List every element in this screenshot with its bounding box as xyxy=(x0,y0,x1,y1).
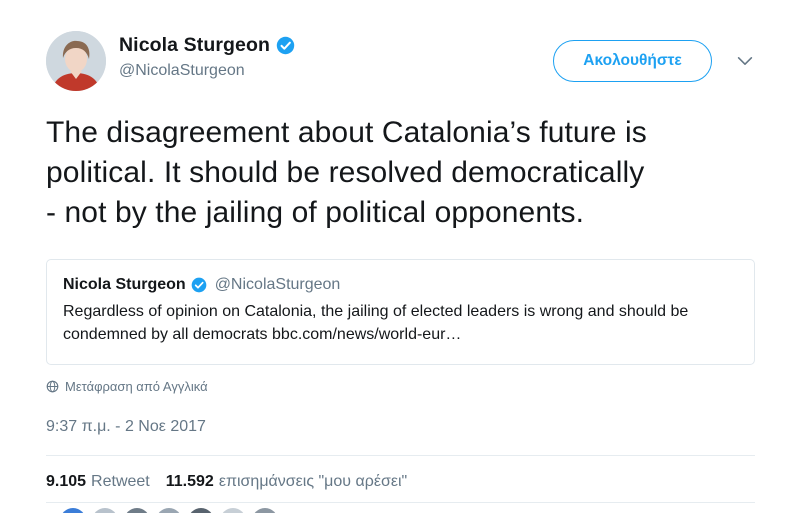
author-name-row: Nicola Sturgeon xyxy=(119,34,295,57)
tweet-line: - not by the jailing of political oppone… xyxy=(46,196,585,229)
verified-badge-icon xyxy=(191,277,207,293)
retweet-label: Retweet xyxy=(91,473,150,490)
author-block: Nicola Sturgeon @NicolaSturgeon xyxy=(119,34,295,80)
quoted-author-name: Nicola Sturgeon xyxy=(63,276,186,293)
quoted-tweet-link[interactable]: bbc.com/news/world-eur… xyxy=(272,326,461,343)
retweet-count: 9.105 xyxy=(46,473,87,490)
translate-label: Μετάφραση από Αγγλικά xyxy=(65,379,208,394)
likes-stat[interactable]: 11.592 επισημάνσεις "μου αρέσει" xyxy=(166,473,407,491)
tweet-line: The disagreement about Catalonia’s futur… xyxy=(46,116,647,149)
author-name[interactable]: Nicola Sturgeon xyxy=(119,34,270,57)
tweet-stats: 9.105 Retweet 11.592 επισημάνσεις "μου α… xyxy=(46,473,407,491)
likes-count: 11.592 xyxy=(165,473,214,490)
tweet-text: The disagreement about Catalonia’s futur… xyxy=(46,113,766,233)
divider xyxy=(46,502,755,503)
liker-avatar[interactable] xyxy=(60,508,86,513)
timestamp[interactable]: 9:37 π.μ. - 2 Νοε 2017 xyxy=(46,418,206,436)
divider xyxy=(46,455,755,456)
translate-link[interactable]: Μετάφραση από Αγγλικά xyxy=(46,379,208,394)
liker-avatar[interactable] xyxy=(220,508,246,513)
quoted-author-handle: @NicolaSturgeon xyxy=(214,276,341,293)
likers-avatars xyxy=(60,508,278,513)
avatar-image xyxy=(46,31,106,91)
avatar[interactable] xyxy=(46,31,106,91)
quoted-tweet[interactable]: Nicola Sturgeon @NicolaSturgeon Regardle… xyxy=(46,259,755,365)
liker-avatar[interactable] xyxy=(92,508,118,513)
liker-avatar[interactable] xyxy=(252,508,278,513)
likes-label: επισημάνσεις "μου αρέσει" xyxy=(218,473,408,490)
globe-icon xyxy=(46,380,59,393)
verified-badge-icon xyxy=(276,36,295,55)
quoted-tweet-header: Nicola Sturgeon @NicolaSturgeon xyxy=(63,276,738,294)
retweet-stat[interactable]: 9.105 Retweet xyxy=(46,473,150,491)
chevron-down-icon[interactable] xyxy=(735,53,755,69)
liker-avatar[interactable] xyxy=(124,508,150,513)
quoted-tweet-text: Regardless of opinion on Catalonia, the … xyxy=(63,300,738,346)
liker-avatar[interactable] xyxy=(188,508,214,513)
tweet-line: political. It should be resolved democra… xyxy=(46,156,645,189)
author-handle[interactable]: @NicolaSturgeon xyxy=(119,62,295,80)
liker-avatar[interactable] xyxy=(156,508,182,513)
follow-button[interactable]: Ακολουθήστε xyxy=(553,40,712,82)
